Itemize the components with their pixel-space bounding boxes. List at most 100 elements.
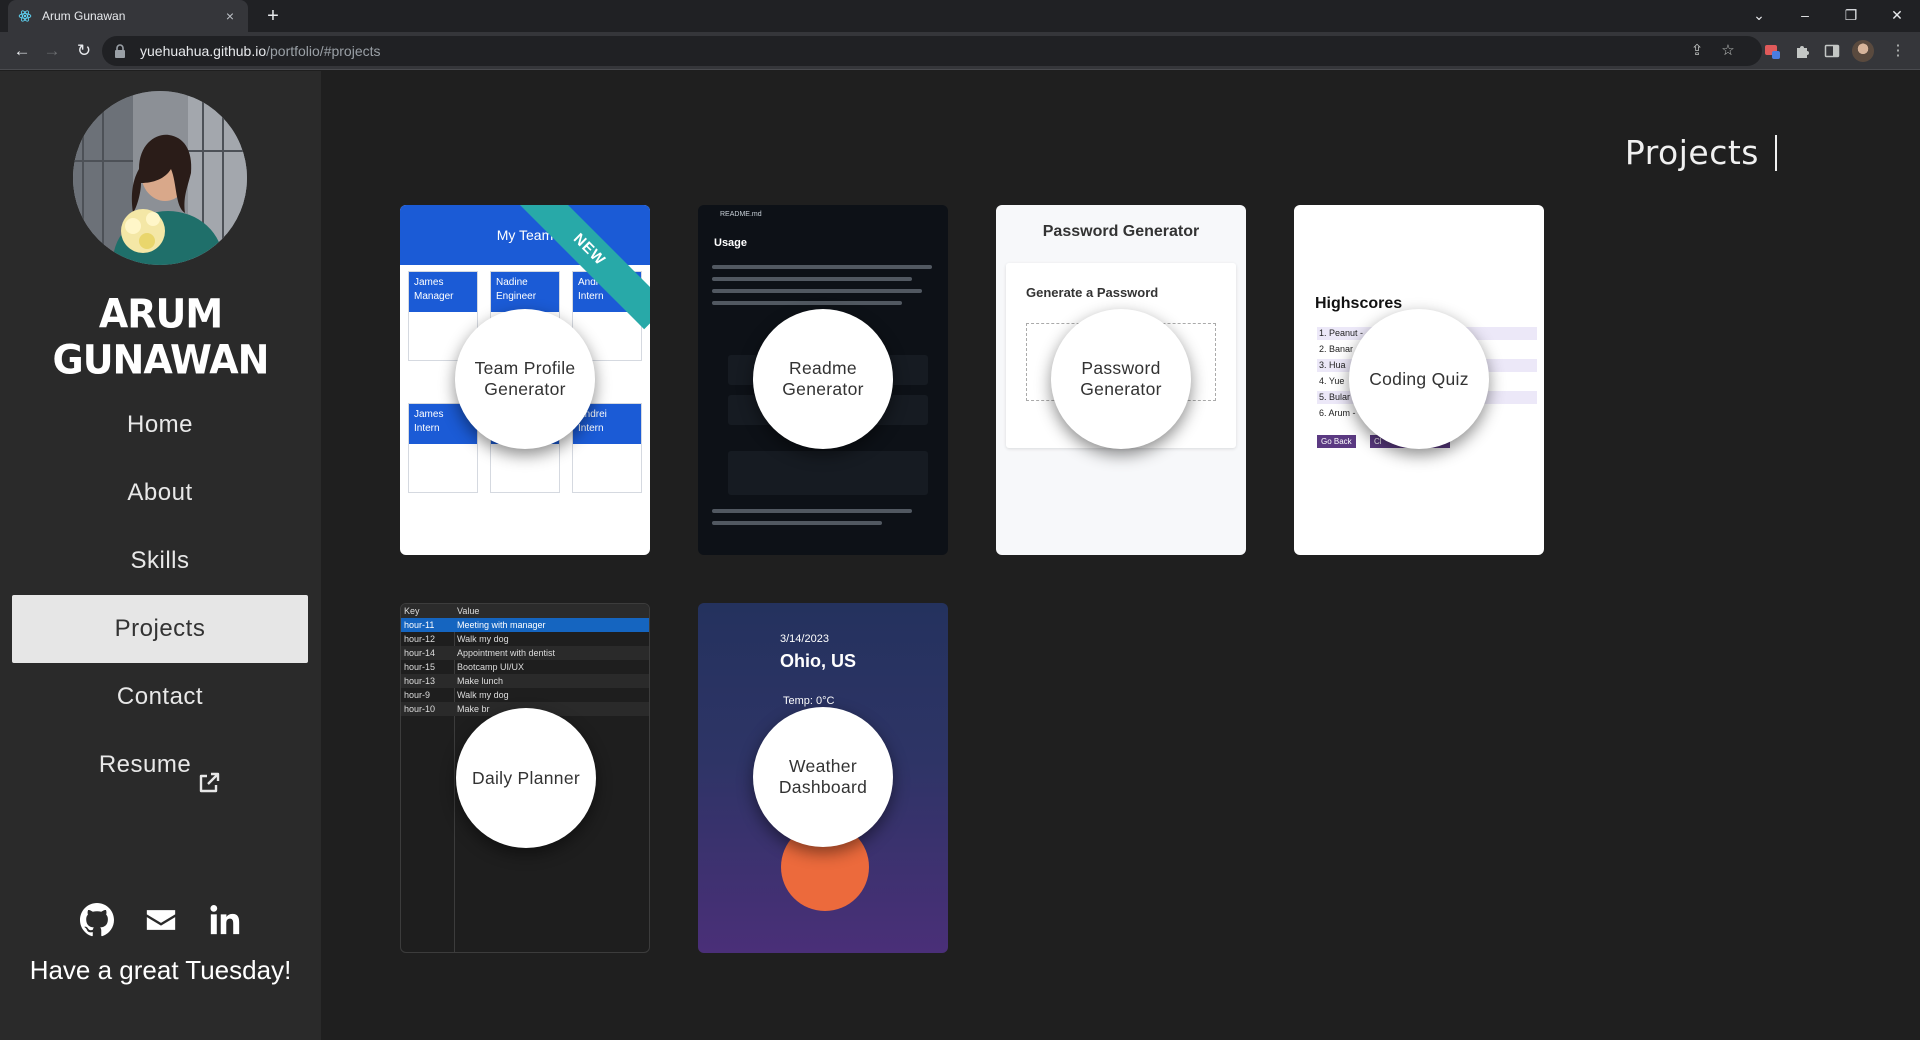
project-card-team-profile[interactable]: My Team James Manager Nadine Engineer Andr… [400,205,650,555]
browser-toolbar: ← → ↻ yuehuahua.github.io/portfolio/#pro… [0,32,1920,70]
tab-title: Arum Gunawan [42,9,126,23]
row-key: hour-12 [404,634,436,644]
member-role: Manager [414,291,454,302]
nav-about[interactable]: About [12,459,308,527]
project-card-password[interactable]: Password Generator Generate a Password P… [996,205,1246,555]
project-label: Weather Dashboard [753,707,893,847]
member-role: Intern [578,291,604,302]
browser-menu-icon[interactable]: ⋮ [1886,39,1910,63]
side-panel-icon[interactable] [1820,39,1844,63]
linkedin-icon[interactable] [208,903,242,937]
row-value: Walk my dog [457,690,509,700]
bookmark-star-icon[interactable]: ☆ [1716,39,1740,63]
member-name: James [414,277,444,288]
preview-date: 3/14/2023 [780,633,829,645]
preview-subtitle: Generate a Password [1026,285,1159,300]
forward-arrow-icon[interactable]: → [40,39,64,63]
preview-text-line [712,509,912,513]
preview-text-line [712,301,902,305]
preview-heading: Usage [714,237,748,249]
planner-row: hour-9 Walk my dog [401,688,649,702]
member-name: Nadine [496,277,528,288]
preview-filename: README.md [720,211,762,218]
row-key: hour-13 [404,676,436,686]
row-key: hour-11 [404,620,435,630]
external-link-icon [197,754,221,792]
nav-resume[interactable]: Resume [12,731,308,799]
sidebar: ARUM GUNAWAN Home About Skills Projects … [0,71,321,1040]
tab-close-icon[interactable]: × [222,8,238,24]
nav-resume-label: Resume [98,751,192,778]
preview-text-line [712,277,912,281]
back-arrow-icon[interactable]: ← [10,39,34,63]
member-role: Intern [578,423,604,434]
row-value: Appointment with dentist [457,648,556,658]
row-value: Make br [457,704,490,714]
preview-title: Password Generator [1042,223,1200,240]
tab-search-icon[interactable]: ⌄ [1736,0,1782,32]
project-label: Daily Planner [456,708,596,848]
page-title: Projects [1625,135,1777,171]
restore-icon[interactable]: ❐ [1828,0,1874,32]
planner-row: hour-11 Meeting with manager [401,618,649,632]
projects-section: Projects My Team James Manager Nadine Engi… [321,71,1920,1040]
github-icon[interactable] [79,903,114,937]
project-card-weather[interactable]: 3/14/2023 Ohio, US Temp: 0°C Weather Das… [698,603,948,953]
url-path: /portfolio/#projects [266,43,381,59]
member-name: James [414,409,444,420]
preview-text-line [712,289,922,293]
new-tab-button[interactable]: + [260,3,286,29]
nav-contact[interactable]: Contact [12,663,308,731]
greeting-text: Have a great Tuesday! [29,955,292,985]
preview-text-line [712,265,932,269]
reload-icon[interactable]: ↻ [72,39,96,63]
extensions-puzzle-icon[interactable] [1790,39,1814,63]
row-value: Walk my dog [457,634,509,644]
minimize-icon[interactable]: – [1782,0,1828,32]
preview-temp: Temp: 0°C [783,695,835,707]
preview-city: Ohio, US [780,651,856,671]
nav-skills[interactable]: Skills [12,527,308,595]
planner-row: hour-15 Bootcamp UI/UX [401,660,649,674]
url-host: yuehuahua.github.io [140,43,267,59]
share-icon[interactable]: ⇪ [1685,39,1709,63]
main-nav: Home About Skills Projects Contact Resum… [12,391,308,799]
row-key: hour-9 [404,690,431,700]
window-close-icon[interactable]: ✕ [1874,0,1920,32]
browser-tab[interactable]: Arum Gunawan × [8,0,248,32]
site-owner-name: ARUM GUNAWAN [52,290,270,384]
preview-go-back-button: Go Back [1317,435,1356,448]
col-value: Value [457,606,480,616]
project-label: Readme Generator [753,309,893,449]
planner-row: hour-13 Make lunch [401,674,649,688]
preview-table-header: Key Value [401,604,649,618]
project-card-daily-planner[interactable]: Key Value hour-11 Meeting with manager hou… [400,603,650,953]
row-value: Meeting with manager [457,620,546,630]
lock-icon [114,44,128,58]
row-key: hour-10 [404,704,436,714]
nav-home[interactable]: Home [12,391,308,459]
preview-title: Highscores [1315,295,1403,312]
address-bar[interactable]: yuehuahua.github.io/portfolio/#projects [102,36,1762,66]
email-icon[interactable] [144,903,178,937]
browser-tab-bar: Arum Gunawan × + ⌄ – ❐ ✕ [0,0,1920,32]
row-key: hour-15 [404,662,436,672]
profile-photo [73,91,247,265]
social-links [0,903,321,937]
col-key: Key [404,606,420,616]
planner-row: hour-12 Walk my dog [401,632,649,646]
extension-badge-icon[interactable] [1760,39,1784,63]
profile-avatar-icon[interactable] [1852,40,1874,62]
react-favicon-icon [18,9,32,23]
project-card-coding-quiz[interactable]: Highscores 1. Peanut - 2. Banar 3. Hua 4… [1294,205,1544,555]
nav-projects[interactable]: Projects [12,595,308,663]
project-label: Team Profile Generator [455,309,595,449]
row-value: Bootcamp UI/UX [457,662,525,672]
member-role: Intern [414,423,440,434]
row-key: hour-14 [404,648,436,658]
project-card-readme[interactable]: README.md Usage Readme Generator [698,205,948,555]
row-value: Make lunch [457,676,504,686]
preview-text-line [712,521,882,525]
preview-code-block [728,451,928,495]
project-label: Coding Quiz [1349,309,1489,449]
